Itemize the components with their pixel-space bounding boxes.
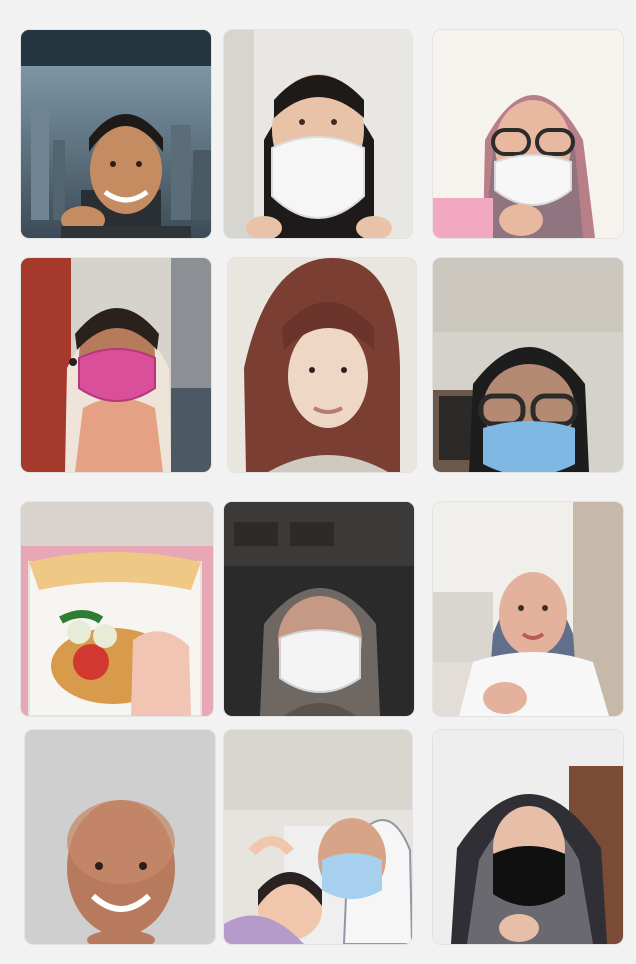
participant-tile-11[interactable]: [224, 730, 412, 944]
participant-video-9: [433, 502, 623, 716]
video-call-grid: [0, 0, 636, 964]
participant-tile-4[interactable]: [21, 258, 211, 472]
participant-video-6: [433, 258, 623, 472]
participant-tile-2[interactable]: [224, 30, 412, 238]
participant-tile-9[interactable]: [433, 502, 623, 716]
participant-tile-8[interactable]: [224, 502, 414, 716]
participant-tile-5[interactable]: [228, 258, 416, 472]
participant-tile-1[interactable]: [21, 30, 211, 238]
participant-tile-10[interactable]: [25, 730, 215, 944]
participant-video-7: [21, 502, 213, 716]
participant-tile-7[interactable]: [21, 502, 213, 716]
participant-video-10: [25, 730, 215, 944]
participant-video-11: [224, 730, 412, 944]
participant-video-4: [21, 258, 211, 472]
participant-video-5: [228, 258, 416, 472]
participant-video-1: [21, 30, 211, 238]
participant-video-12: [433, 730, 623, 944]
participant-tile-12[interactable]: [433, 730, 623, 944]
participant-tile-6[interactable]: [433, 258, 623, 472]
participant-tile-3[interactable]: [433, 30, 623, 238]
participant-video-2: [224, 30, 412, 238]
participant-video-8: [224, 502, 414, 716]
participant-video-3: [433, 30, 623, 238]
